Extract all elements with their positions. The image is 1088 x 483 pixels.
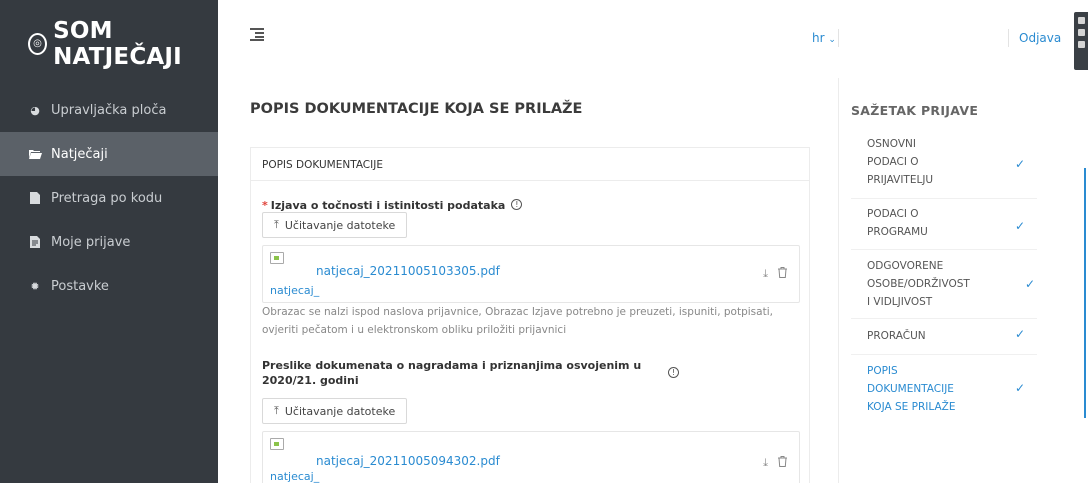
document-section: * Izjava o točnosti i istinitosti podatak… (262, 194, 802, 213)
upload-button-label: Učitavanje datoteke (284, 218, 396, 232)
upload-button-label: Učitavanje datoteke (284, 404, 396, 418)
check-icon: ✓ (1014, 157, 1025, 171)
broken-image-icon (270, 252, 290, 272)
summary-item-proracun[interactable]: PRORAČUN ✓ (851, 327, 1037, 355)
thumbnail-alt-text: natjecaj_20211005103305.pdf (270, 284, 320, 297)
divider (1008, 29, 1009, 47)
side-tools-strip[interactable] (1074, 12, 1088, 70)
file-actions: ⤓ (763, 267, 787, 281)
sidebar-item-label: Postavke (51, 278, 109, 294)
logout-link[interactable]: Odjava (1019, 31, 1061, 45)
folder-open-icon (28, 149, 42, 159)
sidebar-item-postavke[interactable]: ✹ Postavke (0, 264, 218, 308)
card-title: POPIS DOKUMENTACIJE (251, 148, 809, 181)
required-marker: * (262, 199, 268, 212)
download-icon[interactable]: ⤓ (763, 456, 768, 470)
uploaded-file: natjecaj_20211005094302.pdf natjecaj_202… (262, 431, 800, 483)
scroll-indicator[interactable] (1084, 168, 1086, 418)
field-label-text: Izjava o točnosti i istinitosti podataka (270, 199, 506, 212)
summary-item-osnovni[interactable]: OSNOVNI PODACI O PRIJAVITELJU ✓ (851, 135, 1037, 199)
topbar: hr ⌄ Odjava (218, 0, 1088, 78)
file-text-icon (28, 236, 42, 248)
download-icon[interactable]: ⤓ (763, 267, 768, 281)
field-label: 2020/21. godini (262, 374, 359, 387)
uploaded-file: natjecaj_20211005103305.pdf natjecaj_202… (262, 245, 800, 303)
summary-item-label: POPIS DOKUMENTACIJE KOJA SE PRILAŽE (867, 365, 956, 413)
info-icon[interactable]: ! (668, 367, 679, 378)
sidebar-item-pretraga[interactable]: Pretraga po kodu (0, 176, 218, 220)
sidebar-item-label: Upravljačka ploča (51, 102, 167, 118)
language-value: hr (812, 31, 825, 45)
sidebar-item-label: Pretraga po kodu (51, 190, 163, 206)
thumbnail-alt-text: natjecaj_20211005094302.pdf (270, 470, 320, 483)
upload-icon: ⤒ (274, 404, 279, 417)
file-link[interactable]: natjecaj_20211005094302.pdf (316, 454, 500, 468)
upload-button[interactable]: ⤒ Učitavanje datoteke (262, 398, 408, 424)
sidebar-item-natjecaji[interactable]: Natječaji (0, 132, 218, 176)
broken-image-icon (270, 438, 290, 458)
summary-item-program[interactable]: PODACI O PROGRAMU ✓ (851, 205, 1037, 250)
pie-chart-icon: ◕ (30, 103, 40, 117)
file-icon (28, 192, 42, 204)
sidebar-item-moje-prijave[interactable]: Moje prijave (0, 220, 218, 264)
sidebar: ◎ SOM NATJEČAJI ◕ Upravljačka ploča Natj… (0, 0, 218, 483)
logo[interactable]: ◎ SOM NATJEČAJI (0, 0, 218, 88)
sidebar-item-label: Moje prijave (51, 234, 131, 250)
upload-button[interactable]: ⤒ Učitavanje datoteke (262, 212, 408, 238)
summary-item-label: ODGOVORENE OSOBE/ODRŽIVOST I VIDLJIVOST (867, 260, 970, 308)
tool-icon[interactable] (1077, 29, 1085, 36)
summary-item-label: PODACI O PROGRAMU (867, 208, 928, 238)
tool-icon[interactable] (1077, 41, 1085, 48)
upload-icon: ⤒ (274, 218, 279, 231)
file-link[interactable]: natjecaj_20211005103305.pdf (316, 264, 500, 278)
application-summary: SAŽETAK PRIJAVE OSNOVNI PODACI O PRIJAVITE… (838, 78, 1048, 483)
info-icon[interactable]: ! (511, 199, 523, 210)
sidebar-item-label: Natječaji (51, 146, 108, 162)
summary-item-label: PRORAČUN (867, 330, 926, 342)
documentation-card: POPIS DOKUMENTACIJE * Izjava o točnosti i… (250, 147, 810, 483)
file-actions: ⤓ (763, 456, 787, 470)
summary-item-label: OSNOVNI PODACI O PRIJAVITELJU (867, 138, 934, 186)
sidebar-item-dashboard[interactable]: ◕ Upravljačka ploča (0, 88, 218, 132)
delete-icon[interactable] (778, 456, 787, 470)
logo-text: SOM NATJEČAJI (53, 18, 182, 70)
summary-item-dokumentacija[interactable]: POPIS DOKUMENTACIJE KOJA SE PRILAŽE ✓ (851, 362, 1037, 424)
field-label: Preslike dokumenata o nagradama i prizna… (262, 359, 642, 372)
check-icon: ✓ (1014, 381, 1025, 395)
summary-title: SAŽETAK PRIJAVE (851, 103, 979, 118)
summary-item-osobe[interactable]: ODGOVORENE OSOBE/ODRŽIVOST I VIDLJIVOST ✓ (851, 257, 1037, 319)
delete-icon[interactable] (778, 267, 787, 281)
document-section: Preslike dokumenata o nagradama i prizna… (262, 359, 802, 387)
divider (838, 29, 839, 47)
page-title: POPIS DOKUMENTACIJE KOJA SE PRILAŽE (250, 101, 583, 117)
eye-circle-icon: ◎ (28, 33, 48, 55)
menu-fold-icon[interactable] (250, 28, 264, 41)
gear-icon: ✹ (30, 279, 40, 293)
field-hint: Obrazac se nalzi ispod naslova prijavnic… (262, 306, 773, 336)
check-icon: ✓ (1014, 327, 1025, 341)
check-icon: ✓ (1024, 277, 1035, 291)
tool-icon[interactable] (1077, 17, 1085, 24)
chevron-down-icon: ⌄ (828, 35, 836, 45)
check-icon: ✓ (1014, 219, 1025, 233)
language-select[interactable]: hr ⌄ (812, 31, 836, 45)
field-label: * Izjava o točnosti i istinitosti podatak… (262, 199, 505, 212)
